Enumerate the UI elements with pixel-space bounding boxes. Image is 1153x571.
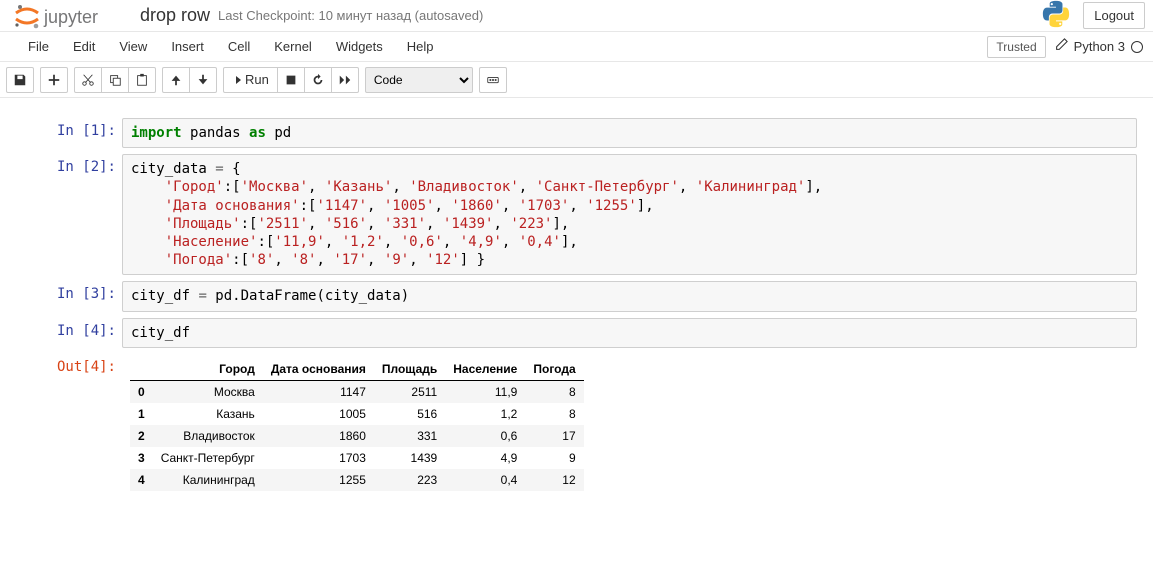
table-cell: 12 [525,469,583,491]
table-cell: Калининград [153,469,263,491]
table-cell: Санкт-Петербург [153,447,263,469]
menu-help[interactable]: Help [395,33,446,60]
table-row: 3Санкт-Петербург170314394,99 [130,447,584,469]
menu-edit[interactable]: Edit [61,33,107,60]
save-button[interactable] [6,67,34,93]
header: jupyter drop row Last Checkpoint: 10 мин… [0,0,1153,32]
restart-run-all-button[interactable] [331,67,359,93]
trusted-indicator[interactable]: Trusted [987,36,1045,58]
input-prompt: In [2]: [16,154,122,275]
table-row: 1Казань10055161,28 [130,403,584,425]
cell-type-select[interactable]: Code [365,67,473,93]
kernel-name: Python 3 [1074,39,1125,54]
input-prompt: In [3]: [16,281,122,311]
paste-button[interactable] [128,67,156,93]
edit-icon[interactable] [1054,38,1068,55]
add-cell-button[interactable] [40,67,68,93]
table-cell: 4,9 [445,447,525,469]
logout-button[interactable]: Logout [1083,2,1145,29]
cut-button[interactable] [74,67,102,93]
jupyter-logo[interactable]: jupyter [14,3,124,29]
menu-kernel[interactable]: Kernel [262,33,324,60]
code-input[interactable]: import pandas as pd [122,118,1137,148]
table-cell: 17 [525,425,583,447]
table-cell: 9 [525,447,583,469]
output-prompt: Out[4]: [16,354,122,495]
menu-view[interactable]: View [107,33,159,60]
output-area: ГородДата основанияПлощадьНаселениеПогод… [122,354,1137,495]
notebook-name[interactable]: drop row [140,5,210,26]
interrupt-button[interactable] [277,67,305,93]
command-palette-button[interactable] [479,67,507,93]
row-index: 3 [130,447,153,469]
run-button[interactable]: Run [223,67,278,93]
code-cell[interactable]: In [2]:city_data = { 'Город':['Москва', … [16,154,1137,275]
table-cell: 8 [525,380,583,403]
copy-button[interactable] [101,67,129,93]
table-row: 4Калининград12552230,412 [130,469,584,491]
row-index: 4 [130,469,153,491]
table-cell: 516 [374,403,445,425]
table-cell: 1,2 [445,403,525,425]
kernel-indicator: Python 3 [1074,39,1143,54]
restart-button[interactable] [304,67,332,93]
toolbar: Run Code [0,62,1153,98]
code-cell[interactable]: In [1]:import pandas as pd [16,118,1137,148]
table-header [130,358,153,381]
code-input[interactable]: city_df [122,318,1137,348]
table-header: Погода [525,358,583,381]
table-cell: 11,9 [445,380,525,403]
table-cell: Москва [153,380,263,403]
svg-text:jupyter: jupyter [43,7,98,27]
table-header: Дата основания [263,358,374,381]
table-header: Площадь [374,358,445,381]
code-input[interactable]: city_data = { 'Город':['Москва', 'Казань… [122,154,1137,275]
menu-cell[interactable]: Cell [216,33,262,60]
move-up-button[interactable] [162,67,190,93]
input-prompt: In [4]: [16,318,122,348]
kernel-status-icon [1131,41,1143,53]
table-cell: 1255 [263,469,374,491]
checkpoint-status: Last Checkpoint: 10 минут назад (autosav… [218,8,483,23]
table-cell: 331 [374,425,445,447]
table-cell: Владивосток [153,425,263,447]
menu-widgets[interactable]: Widgets [324,33,395,60]
table-cell: 1860 [263,425,374,447]
kernel-logo-icon [1041,0,1071,32]
table-cell: 2511 [374,380,445,403]
table-cell: 1439 [374,447,445,469]
table-header: Город [153,358,263,381]
table-row: 2Владивосток18603310,617 [130,425,584,447]
table-cell: 8 [525,403,583,425]
row-index: 0 [130,380,153,403]
output-cell: Out[4]:ГородДата основанияПлощадьНаселен… [16,354,1137,495]
menu-insert[interactable]: Insert [159,33,216,60]
table-cell: 1703 [263,447,374,469]
row-index: 2 [130,425,153,447]
menubar: File Edit View Insert Cell Kernel Widget… [0,32,1153,62]
table-cell: 0,4 [445,469,525,491]
table-cell: 0,6 [445,425,525,447]
row-index: 1 [130,403,153,425]
table-header: Население [445,358,525,381]
code-input[interactable]: city_df = pd.DataFrame(city_data) [122,281,1137,311]
table-cell: Казань [153,403,263,425]
menu-file[interactable]: File [16,33,61,60]
notebook-container: In [1]:import pandas as pdIn [2]:city_da… [8,98,1145,509]
table-row: 0Москва1147251111,98 [130,380,584,403]
move-down-button[interactable] [189,67,217,93]
code-cell[interactable]: In [4]:city_df [16,318,1137,348]
table-cell: 223 [374,469,445,491]
table-cell: 1147 [263,380,374,403]
table-cell: 1005 [263,403,374,425]
input-prompt: In [1]: [16,118,122,148]
code-cell[interactable]: In [3]:city_df = pd.DataFrame(city_data) [16,281,1137,311]
dataframe-table: ГородДата основанияПлощадьНаселениеПогод… [130,358,584,491]
